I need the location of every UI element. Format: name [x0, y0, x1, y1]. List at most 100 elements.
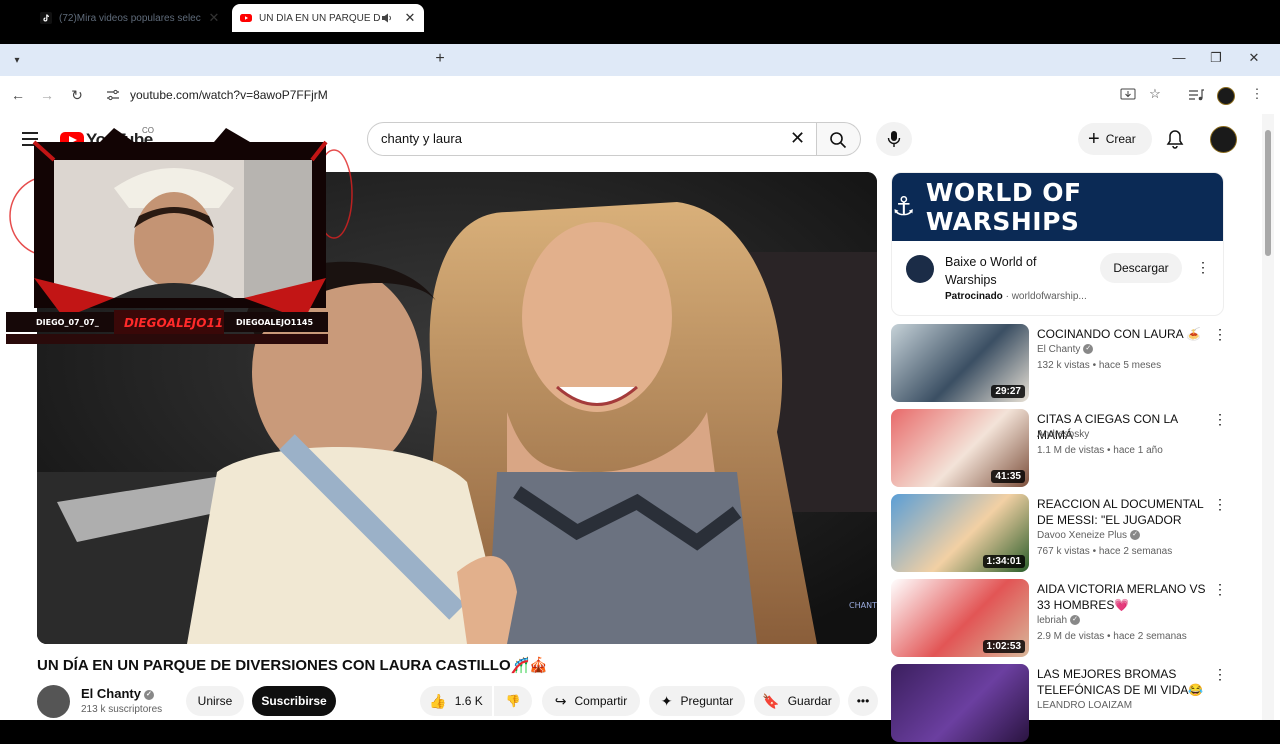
dislike-button[interactable]: 👎 [494, 686, 532, 716]
recommendation-thumbnail[interactable] [891, 664, 1029, 742]
search-icon [830, 132, 847, 149]
more-actions-button[interactable]: ••• [848, 686, 878, 716]
recommendation-thumbnail[interactable]: 41:35 [891, 409, 1029, 487]
sparkle-icon: ✦ [660, 692, 673, 709]
overlay-left-handle: DIEGO_07_07_ [36, 318, 99, 327]
recommendation-title[interactable]: COCINANDO CON LAURA 🍝 [1037, 326, 1209, 342]
thumbs-up-icon: 👍 [429, 692, 447, 709]
recommendation-more-icon[interactable]: ⋮ [1213, 496, 1227, 513]
verified-icon: ✓ [143, 689, 154, 700]
recommendation-channel[interactable]: Davoo Xeneize Plus ✓ [1037, 530, 1141, 541]
tab-strip [0, 44, 1280, 76]
ask-button[interactable]: ✦ Preguntar [649, 686, 745, 716]
profile-avatar[interactable] [1217, 87, 1235, 105]
sponsored-label: Patrocinado [945, 291, 1003, 302]
ad-domain: worldofwarship... [1011, 291, 1087, 302]
close-window-button[interactable]: ✕ [1244, 50, 1264, 70]
sponsored-ad[interactable]: ⚓ WORLD OF WARSHIPS Baixe o World of Wars… [891, 172, 1224, 316]
forward-arrow-icon[interactable]: → [38, 86, 56, 104]
close-tab-icon[interactable]: ✕ [402, 10, 418, 26]
install-app-icon[interactable] [1120, 88, 1136, 102]
tab-title: (72)Mira videos populares selec [59, 12, 201, 24]
recommendation-more-icon[interactable]: ⋮ [1213, 326, 1227, 343]
channel-name[interactable]: El Chanty ✓ [81, 686, 154, 701]
ad-banner[interactable]: ⚓ WORLD OF WARSHIPS [892, 173, 1223, 241]
video-duration: 29:27 [991, 385, 1025, 398]
save-label: Guardar [787, 694, 832, 708]
recommendation-meta: 767 k vistas • hace 2 semanas [1037, 546, 1173, 557]
plus-icon: + [1088, 128, 1100, 150]
create-button[interactable]: + Crear [1078, 123, 1152, 155]
save-button[interactable]: 🔖 Guardar [754, 686, 840, 716]
ad-title[interactable]: Baixe o World of Warships [945, 253, 1085, 289]
ad-banner-text: WORLD OF WARSHIPS [925, 178, 1082, 236]
ad-sponsored: Patrocinado · worldofwarship... [945, 291, 1087, 302]
recommendation-channel[interactable]: Andresosky [1037, 429, 1089, 440]
browser-menu-icon[interactable]: ⋮ [1248, 86, 1266, 104]
recommendation-more-icon[interactable]: ⋮ [1213, 666, 1227, 683]
url-field[interactable]: youtube.com/watch?v=8awoP7FFjrM [130, 88, 328, 102]
youtube-icon [240, 14, 252, 22]
video-duration: 1:34:01 [982, 555, 1025, 568]
search-input[interactable]: chanty y laura [381, 131, 462, 146]
verified-icon: ✓ [1070, 615, 1081, 626]
scrollbar-thumb[interactable] [1265, 130, 1271, 256]
recommendation-channel[interactable]: El Chanty ✓ [1037, 344, 1094, 355]
minimize-button[interactable]: — [1169, 50, 1189, 70]
tab-tiktok[interactable]: (72)Mira videos populares selec ✕ [32, 4, 228, 32]
recommendation-meta: 132 k vistas • hace 5 meses [1037, 360, 1162, 371]
recommendation-more-icon[interactable]: ⋮ [1213, 411, 1227, 428]
recommendation-channel-text: lebriah [1037, 615, 1068, 626]
recommendation-thumbnail[interactable]: 1:02:53 [891, 579, 1029, 657]
video-duration: 41:35 [991, 470, 1025, 483]
share-button[interactable]: ↪ Compartir [542, 686, 640, 716]
like-button[interactable]: 👍 1.6 K [420, 686, 492, 716]
channel-avatar[interactable] [37, 685, 70, 718]
recommendation-thumbnail[interactable]: 1:34:01 [891, 494, 1029, 572]
new-tab-button[interactable]: + [431, 50, 449, 70]
recommendation-item[interactable]: 1:34:01 REACCION AL DOCUMENTAL DE MESSI: … [891, 494, 1231, 574]
recommendation-title[interactable]: AIDA VICTORIA MERLANO VS 33 HOMBRES💗 [1037, 581, 1209, 613]
back-arrow-icon[interactable]: ← [9, 86, 27, 104]
close-tab-icon[interactable]: ✕ [206, 10, 222, 26]
recommendation-item[interactable]: 29:27 COCINANDO CON LAURA 🍝 El Chanty ✓ 132 … [891, 324, 1231, 404]
video-duration: 1:02:53 [982, 640, 1025, 653]
clear-search-icon[interactable]: ✕ [790, 128, 805, 149]
anchor-icon: ⚓ [892, 192, 916, 222]
reload-icon[interactable]: ↻ [68, 86, 86, 104]
voice-search-button[interactable] [876, 122, 912, 156]
recommendation-title[interactable]: LAS MEJORES BROMAS TELEFÓNICAS DE MI VID… [1037, 666, 1209, 698]
video-watermark: CHANTY [849, 601, 877, 610]
search-button[interactable] [817, 122, 861, 156]
tab-search-chevron-icon[interactable]: ▾ [8, 52, 26, 70]
channel-name-text: El Chanty [81, 686, 141, 701]
recommendation-item[interactable]: LAS MEJORES BROMAS TELEFÓNICAS DE MI VID… [891, 664, 1231, 744]
recommendation-channel-text: El Chanty [1037, 344, 1081, 355]
tab-title: UN DÍA EN UN PARQUE DE [259, 12, 380, 24]
ad-logo [906, 255, 934, 283]
ad-more-icon[interactable]: ⋮ [1196, 259, 1210, 276]
recommendation-channel[interactable]: LEANDRO LOAIZAM [1037, 700, 1132, 711]
recommendation-item[interactable]: 41:35 CITAS A CIEGAS CON LA MAMÁ Andresosk… [891, 409, 1231, 489]
account-avatar[interactable] [1210, 126, 1237, 153]
recommendation-item[interactable]: 1:02:53 AIDA VICTORIA MERLANO VS 33 HOMBR… [891, 579, 1231, 659]
screen: ▾ (72)Mira videos populares selec ✕ UN D… [0, 0, 1280, 742]
share-arrow-icon: ↪ [554, 692, 567, 709]
streamer-webcam-overlay: DIEGO_07_07_ DIEGOALEJO11 DIEGOALEJO1145 [6, 128, 353, 344]
restore-button[interactable]: ❐ [1206, 50, 1226, 70]
media-control-icon[interactable] [1188, 88, 1204, 102]
tab-youtube[interactable]: UN DÍA EN UN PARQUE DE ✕ [232, 4, 424, 32]
notifications-bell-icon[interactable] [1164, 128, 1186, 150]
join-button[interactable]: Unirse [186, 686, 244, 716]
speaker-icon[interactable] [380, 12, 394, 24]
recommendation-title[interactable]: REACCION AL DOCUMENTAL DE MESSI: "EL JUG… [1037, 496, 1209, 528]
bookmark-icon: 🔖 [762, 692, 780, 709]
ad-download-button[interactable]: Descargar [1100, 253, 1182, 283]
recommendation-thumbnail[interactable]: 29:27 [891, 324, 1029, 402]
subscribe-button[interactable]: Suscribirse [252, 686, 336, 716]
microphone-icon [887, 131, 901, 147]
recommendation-channel[interactable]: lebriah ✓ [1037, 615, 1081, 626]
recommendation-more-icon[interactable]: ⋮ [1213, 581, 1227, 598]
bookmark-star-icon[interactable]: ☆ [1146, 86, 1164, 104]
site-settings-icon[interactable] [106, 89, 120, 101]
